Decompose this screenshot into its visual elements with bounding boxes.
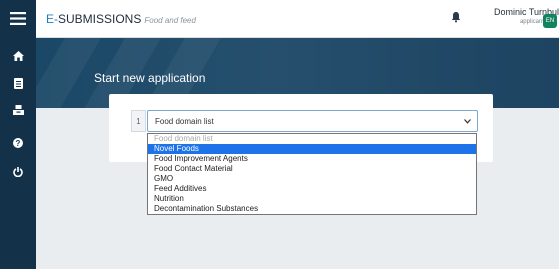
dropdown-option-novel-foods[interactable]: Novel Foods xyxy=(148,144,476,154)
power-icon xyxy=(13,167,23,177)
sidebar: ? xyxy=(0,0,36,269)
dropdown-option-gmo[interactable]: GMO xyxy=(148,174,476,184)
dropdown-option-placeholder: Food domain list xyxy=(154,134,213,143)
hamburger-icon xyxy=(10,12,26,25)
sidebar-item-inbox[interactable] xyxy=(0,101,36,119)
dropdown-option-nutrition[interactable]: Nutrition xyxy=(148,194,476,204)
user-menu[interactable]: Dominic Turnbull ▾ applicant xyxy=(494,7,559,25)
sidebar-item-documents[interactable] xyxy=(0,74,36,92)
bell-icon[interactable] xyxy=(450,11,462,23)
sidebar-item-logout[interactable] xyxy=(0,163,36,181)
sidebar-item-home[interactable] xyxy=(0,47,36,65)
app-title-accent: E- xyxy=(46,12,58,26)
app-title-text: SUBMISSIONS xyxy=(58,12,142,26)
sidebar-item-help[interactable]: ? xyxy=(0,134,36,152)
inbox-icon xyxy=(12,105,24,115)
dropdown-option-decontamination-substances[interactable]: Decontamination Substances xyxy=(148,204,476,214)
dropdown-option-food-contact-material[interactable]: Food Contact Material xyxy=(148,164,476,174)
user-role: applicant xyxy=(519,19,544,25)
home-icon xyxy=(12,51,24,61)
language-button[interactable]: EN xyxy=(543,14,557,28)
svg-text:?: ? xyxy=(16,139,21,148)
app-subtitle: Food and feed xyxy=(144,16,196,25)
hamburger-menu-button[interactable] xyxy=(0,0,36,37)
dropdown-option-feed-additives[interactable]: Feed Additives xyxy=(148,184,476,194)
select-value: Food domain list xyxy=(155,117,214,126)
help-icon: ? xyxy=(13,138,23,148)
dropdown-option-food-improvement-agents[interactable]: Food Improvement Agents xyxy=(148,154,476,164)
step-number: 1 xyxy=(131,110,146,132)
document-icon xyxy=(13,77,23,89)
app-title[interactable]: E-SUBMISSIONS Food and feed xyxy=(46,12,196,26)
food-domain-select[interactable]: Food domain list xyxy=(147,110,478,132)
chevron-down-icon xyxy=(464,119,471,124)
domain-dropdown-list: Food domain list Novel Foods Food Improv… xyxy=(147,133,477,215)
top-header: E-SUBMISSIONS Food and feed Dominic Turnb… xyxy=(36,0,559,38)
page-title: Start new application xyxy=(94,71,206,85)
user-name: Dominic Turnbull ▾ xyxy=(494,7,559,17)
